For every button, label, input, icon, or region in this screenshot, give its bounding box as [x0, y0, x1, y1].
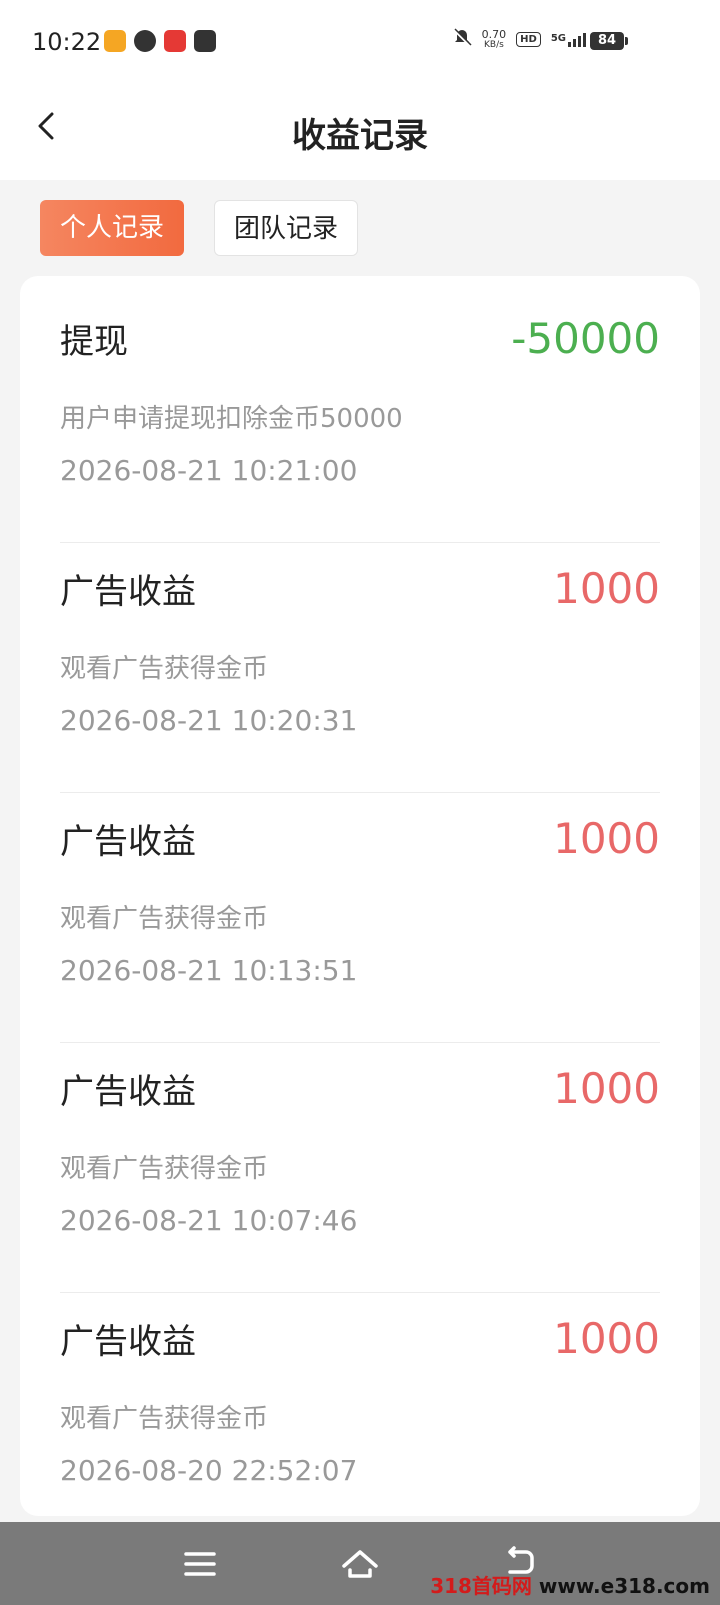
divider: [60, 1042, 660, 1043]
net-speed: 0.70 KB/s: [482, 29, 507, 51]
record-amount: 1000: [553, 1064, 660, 1113]
home-button[interactable]: [338, 1542, 382, 1586]
record-title: 广告收益: [60, 572, 196, 612]
net-speed-unit: KB/s: [484, 39, 504, 50]
record-description: 观看广告获得金币: [60, 654, 269, 684]
watermark-prefix: 318首码网: [430, 1574, 532, 1598]
record-amount: 1000: [553, 1314, 660, 1363]
list-item: 广告收益 1000 观看广告获得金币 2026-08-20 22:52:07: [60, 1294, 660, 1544]
watermark-url: www.e318.com: [531, 1574, 710, 1598]
notification-icons: [104, 30, 216, 52]
record-time: 2026-08-21 10:13:51: [60, 954, 358, 987]
message-icon: [134, 30, 156, 52]
record-description: 用户申请提现扣除金币50000: [60, 404, 403, 434]
record-amount: -50000: [511, 314, 660, 363]
mail-icon: [194, 30, 216, 52]
weibo-icon: [104, 30, 126, 52]
status-bar: 10:22 0.70 KB/s HD 5G 84: [0, 0, 720, 86]
list-item: 广告收益 1000 观看广告获得金币 2026-08-21 10:07:46: [60, 1044, 660, 1294]
battery-icon: 84: [590, 32, 628, 50]
net-speed-value: 0.70: [481, 27, 507, 41]
hd-badge: HD: [516, 32, 541, 47]
divider: [60, 542, 660, 543]
page-title: 收益记录: [292, 116, 428, 156]
record-tabs: 个人记录 团队记录: [40, 200, 358, 256]
record-description: 观看广告获得金币: [60, 1154, 269, 1184]
menu-button[interactable]: [178, 1542, 222, 1586]
record-title: 提现: [60, 322, 128, 362]
menu-icon: [184, 1552, 216, 1576]
status-time: 10:22: [32, 28, 102, 56]
signal-icon: 5G: [550, 32, 586, 47]
divider: [60, 792, 660, 793]
watermark: 318首码网 www.e318.com: [430, 1570, 710, 1599]
list-item: 提现 -50000 用户申请提现扣除金币50000 2026-08-21 10:…: [60, 294, 660, 544]
signal-label: 5G: [550, 32, 566, 44]
record-title: 广告收益: [60, 822, 196, 862]
app-icon: [164, 30, 186, 52]
record-time: 2026-08-21 10:07:46: [60, 1204, 358, 1237]
home-icon: [342, 1550, 378, 1578]
tab-team-records[interactable]: 团队记录: [214, 200, 358, 256]
record-title: 广告收益: [60, 1322, 196, 1362]
record-amount: 1000: [553, 814, 660, 863]
divider: [60, 1292, 660, 1293]
record-time: 2026-08-21 10:20:31: [60, 704, 358, 737]
list-item: 广告收益 1000 观看广告获得金币 2026-08-21 10:20:31: [60, 544, 660, 794]
record-time: 2026-08-21 10:21:00: [60, 454, 358, 487]
system-nav-bar: 318首码网 www.e318.com: [0, 1522, 720, 1605]
list-item: 广告收益 1000 观看广告获得金币 2026-08-21 10:13:51: [60, 794, 660, 1044]
records-card: 提现 -50000 用户申请提现扣除金币50000 2026-08-21 10:…: [20, 276, 700, 1516]
record-description: 观看广告获得金币: [60, 904, 269, 934]
record-time: 2026-08-20 22:52:07: [60, 1454, 358, 1487]
mute-icon: [452, 28, 472, 51]
record-description: 观看广告获得金币: [60, 1404, 269, 1434]
record-title: 广告收益: [60, 1072, 196, 1112]
tab-personal-records[interactable]: 个人记录: [40, 200, 184, 256]
record-amount: 1000: [553, 564, 660, 613]
top-bar: 收益记录: [0, 86, 720, 180]
